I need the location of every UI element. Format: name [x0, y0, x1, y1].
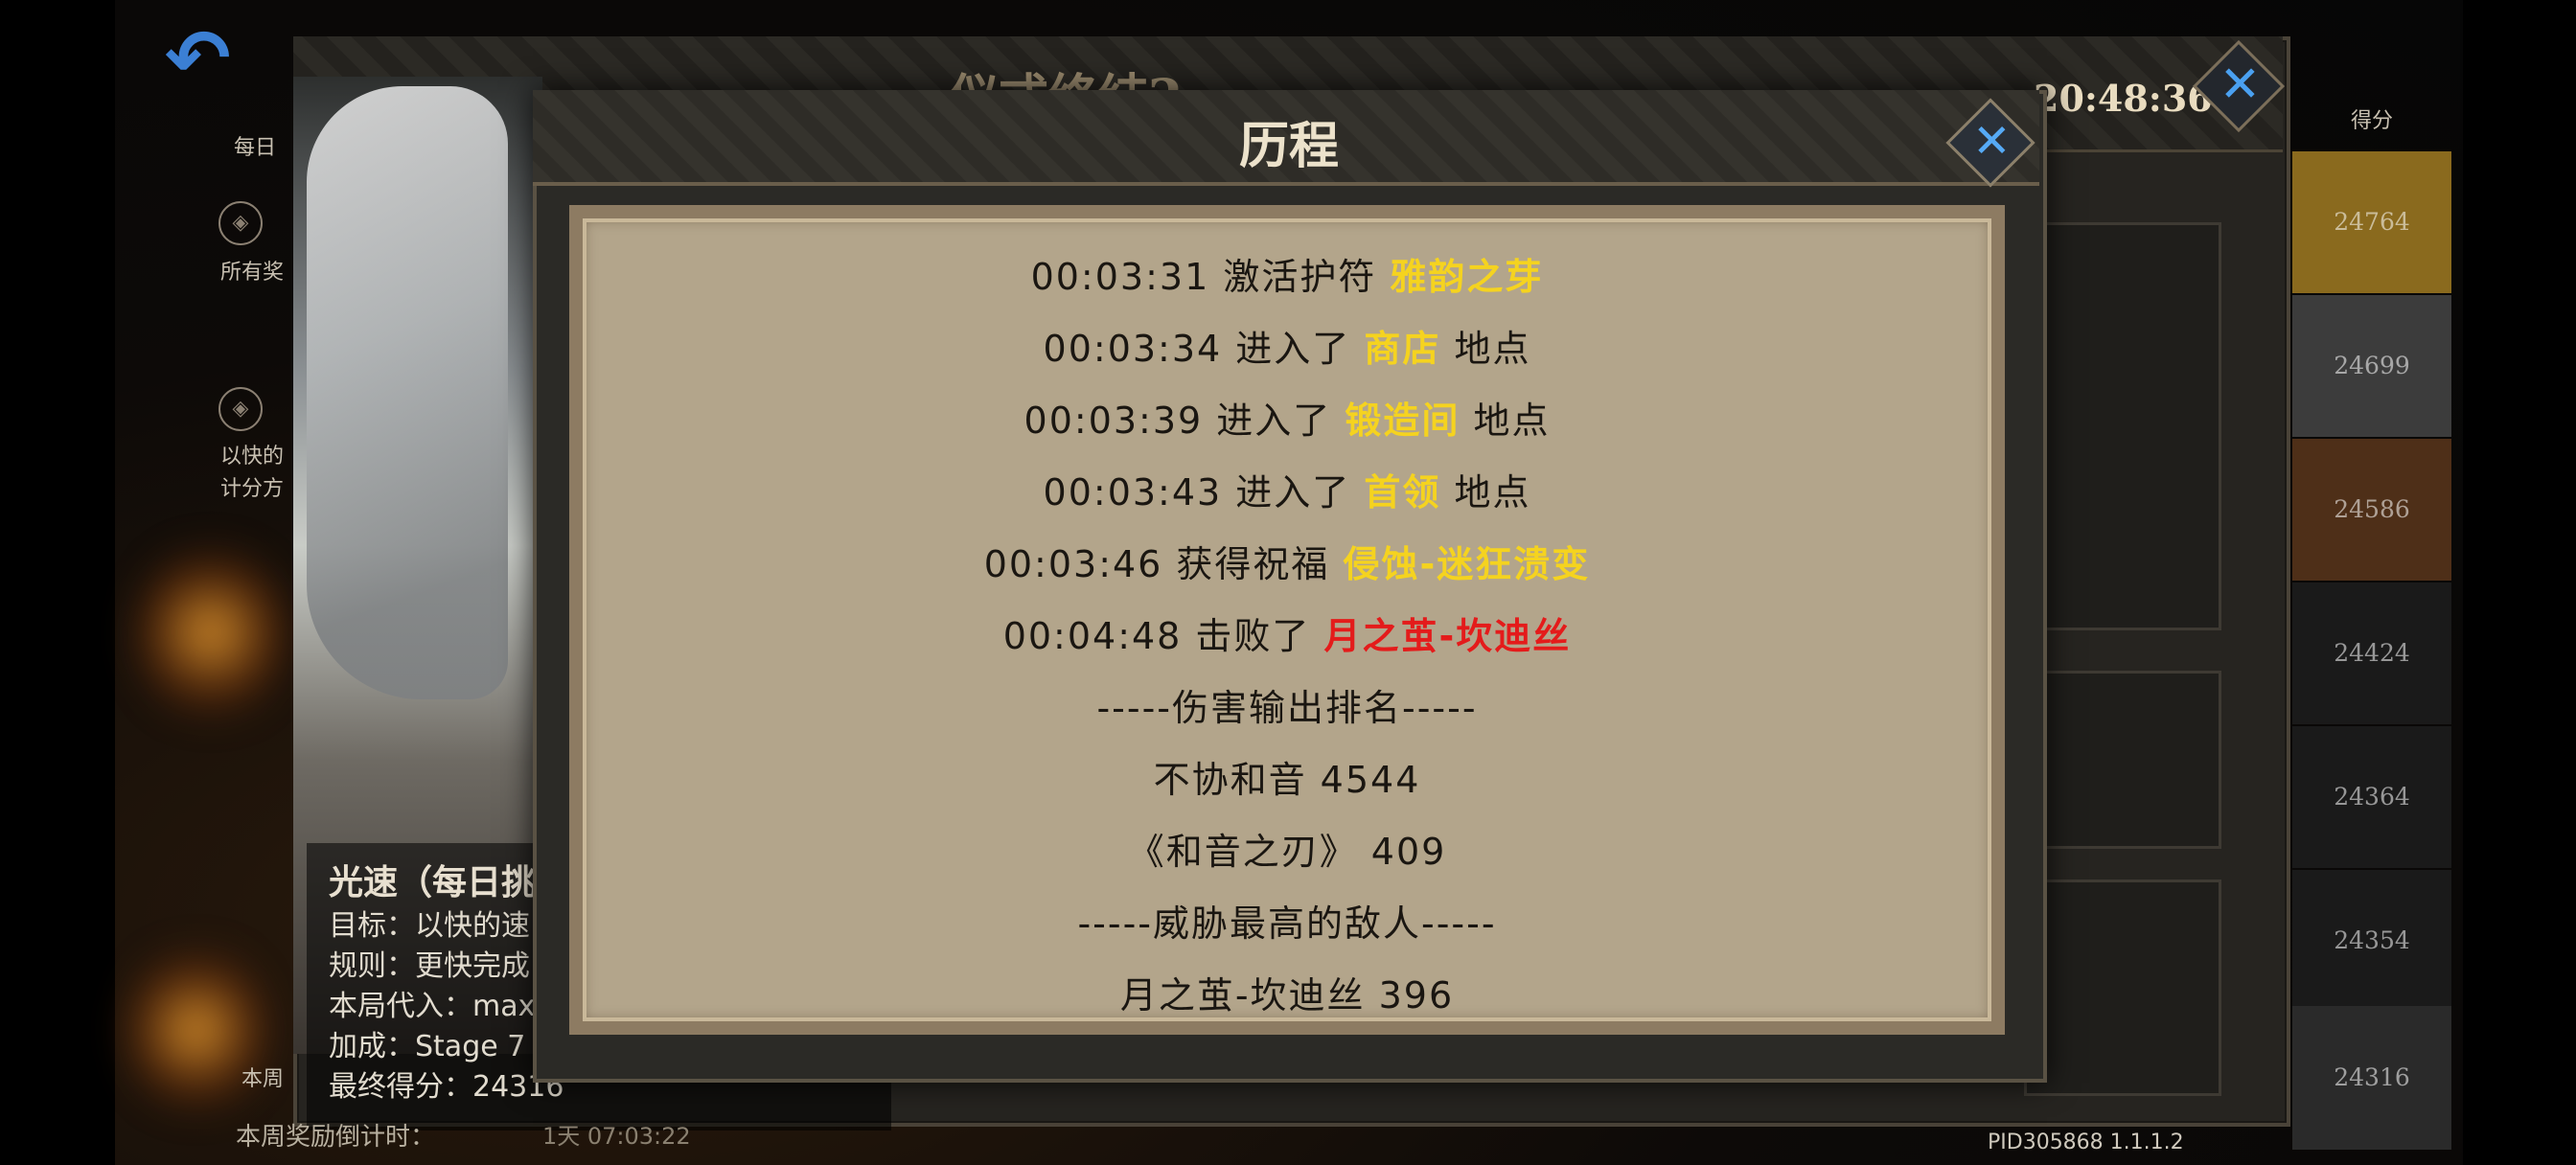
score-cell: 24586	[2292, 439, 2451, 581]
gem-icon: ◈	[218, 387, 263, 431]
score-cell: 24354	[2292, 870, 2451, 1012]
score-cell: 24764	[2292, 151, 2451, 293]
log-highlight: 雅韵之芽	[1390, 256, 1544, 298]
log-line: 00:03:31 激活护符 雅韵之芽	[1030, 256, 1544, 298]
mode-name: 光速（每日挑	[329, 862, 537, 902]
log-highlight: 首领	[1364, 471, 1441, 514]
log-section-header: -----威胁最高的敌人-----	[1077, 902, 1497, 945]
section-text: 所有奖	[220, 261, 285, 285]
week-label: 本周	[242, 1067, 285, 1091]
log-line: 00:03:43 进入了 首领 地点	[1043, 471, 1531, 514]
weekly-countdown-value: 1天 07:03:22	[542, 1123, 691, 1150]
info-substitute: 本局代入：max	[329, 990, 536, 1023]
back-arrow-icon[interactable]: ↶	[165, 20, 257, 99]
log-highlight: 商店	[1364, 328, 1441, 370]
score-cell: 24424	[2292, 582, 2451, 724]
info-goal: 目标：以快的速	[329, 909, 530, 943]
log-line: 00:03:46 获得祝福 侵蚀-迷狂溃变	[983, 543, 1591, 585]
score-cell: 24316	[2292, 1006, 2451, 1150]
gem-icon: ◈	[218, 201, 263, 245]
ranking-card[interactable]	[2024, 879, 2221, 1096]
weekly-countdown-label: 本周奖励倒计时：	[236, 1123, 436, 1152]
log-line: 00:03:39 进入了 锻造间 地点	[1024, 400, 1551, 442]
info-final-score: 最终得分：24316	[329, 1070, 564, 1104]
history-log: 00:03:31 激活护符 雅韵之芽 00:03:34 进入了 商店 地点 00…	[585, 241, 1990, 1032]
log-highlight: 锻造间	[1345, 400, 1460, 442]
daily-label: 每日	[234, 136, 277, 160]
log-line: 00:04:48 击败了 月之茧-坎迪丝	[1002, 615, 1572, 657]
candle-glow	[134, 537, 288, 728]
log-highlight: 侵蚀-迷狂溃变	[1343, 543, 1591, 585]
ranking-card[interactable]	[2024, 671, 2221, 849]
log-line: 不协和音 4544	[1153, 759, 1421, 801]
info-rule: 规则：更快完成	[329, 949, 530, 983]
section-text: 以快的	[220, 445, 285, 468]
log-line: 《和音之刃》 409	[1127, 831, 1447, 873]
character-hair	[307, 86, 508, 699]
score-column-header: 得分	[2350, 109, 2393, 133]
info-bonus: 加成：Stage 7	[329, 1030, 526, 1063]
score-cell: 24364	[2292, 726, 2451, 868]
modal-title: 历程	[1238, 117, 1339, 175]
log-section-header: -----伤害输出排名-----	[1096, 687, 1478, 729]
close-icon: ✕	[2219, 56, 2262, 114]
player-id: PID305868 1.1.1.2	[1988, 1131, 2184, 1154]
log-line: 月之茧-坎迪丝 396	[1119, 974, 1455, 1017]
ranking-card[interactable]	[2024, 222, 2221, 630]
close-icon: ✕	[1972, 114, 2012, 169]
log-highlight: 月之茧-坎迪丝	[1323, 615, 1572, 657]
section-text: 计分方	[220, 477, 285, 501]
log-line: 00:03:34 进入了 商店 地点	[1043, 328, 1531, 370]
score-cell: 24699	[2292, 295, 2451, 437]
